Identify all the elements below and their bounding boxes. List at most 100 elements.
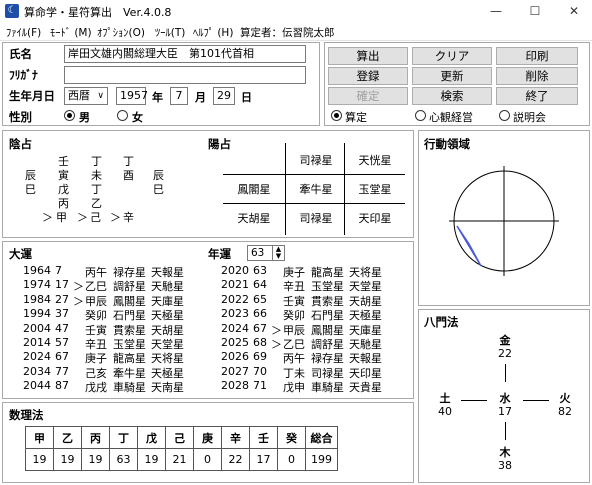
nenun-row-cell: 2025 (221, 336, 249, 349)
confirm-button[interactable]: 確定 (328, 87, 408, 105)
suuri-value-cell: 199 (305, 448, 338, 471)
yosen-cell: 司禄星 (299, 212, 333, 225)
taiun-row-cell: 2044 (23, 379, 51, 393)
taiun-row-cell: 77 (55, 364, 69, 378)
inyo-title: 陰占 (9, 137, 32, 151)
nenun-row-cell: 65 (253, 292, 267, 306)
do-label: 土 (439, 392, 451, 405)
spin-down-icon[interactable]: ▼ (273, 253, 284, 260)
mode-explain-radio[interactable] (499, 110, 510, 121)
nenun-row-cell: ＞ (271, 338, 282, 351)
suuri-header-cell: 庚 (193, 426, 222, 449)
month-field[interactable]: 7 (170, 87, 188, 105)
sui-label: 水 (499, 392, 511, 405)
taiun-row-cell: ＞ (73, 294, 84, 308)
day-field[interactable]: 29 (213, 87, 235, 105)
yosen-cell: 司禄星 (299, 154, 333, 167)
suuri-title: 数理法 (9, 408, 44, 422)
yosen-cell: 鳳閣星 (237, 183, 271, 196)
ka-label: 火 (559, 392, 571, 405)
taiun-row-cell: 47 (55, 321, 69, 335)
inyo-flow-item: ＞ (110, 211, 121, 224)
kin-value: 22 (498, 347, 512, 360)
suuri-header-cell: 戊 (137, 426, 166, 449)
inyo-yosen-panel: 陰占 陽占 壬丁丁辰寅未酉辰巳戊丁巳丙乙 ＞甲＞己＞辛 司禄星 天恍星 鳳閣星 牽牛星… (2, 130, 414, 238)
suuri-header-cell: 丙 (81, 426, 110, 449)
male-label: 男 (79, 111, 90, 124)
suuri-value-cell: 22 (221, 448, 250, 471)
close-button[interactable]: ✕ (561, 2, 587, 20)
kana-label: ﾌﾘｶﾞﾅ (9, 68, 38, 82)
nenun-row-cell: 2022 (221, 292, 249, 306)
nenun-row-cell: 戊申 (283, 381, 305, 395)
yosen-divider-v1 (285, 143, 286, 235)
name-field[interactable]: 岸田文雄内閣総理大臣 第101代首相 (64, 45, 306, 63)
menu-file[interactable]: ﾌｧｲﾙ(F) (6, 25, 41, 40)
kin-line (505, 364, 506, 382)
nenun-row-cell: 68 (253, 336, 267, 349)
female-radio[interactable] (117, 110, 128, 121)
nenun-row-cell: 2021 (221, 278, 249, 292)
menu-mode[interactable]: ﾓｰﾄﾞ (M) (50, 25, 92, 40)
inyo-cell: 酉 (123, 169, 134, 182)
suuri-header-cell: 甲 (25, 426, 54, 449)
menu-tool[interactable]: ﾂｰﾙ(T) (155, 25, 185, 40)
ka-value: 82 (558, 405, 572, 418)
age-spinner[interactable]: ▲ ▼ (273, 245, 285, 261)
yosen-cell: 天胡星 (237, 212, 271, 225)
inyo-flow-item: ＞ (42, 211, 53, 224)
suuri-value-cell: 19 (25, 448, 54, 471)
name-label: 氏名 (9, 47, 32, 61)
nenun-age-field[interactable]: 63 (247, 245, 273, 261)
menu-option[interactable]: ｵﾌﾟｼｮﾝ(O) (97, 25, 145, 40)
moku-value: 38 (498, 459, 512, 472)
mode-calc-radio[interactable] (331, 110, 342, 121)
yosen-cell: 天印星 (358, 212, 392, 225)
nenun-row-cell: 67 (253, 321, 267, 335)
taiun-row-cell: 2024 (23, 350, 51, 364)
nenun-row-cell: 天貴星 (349, 381, 382, 395)
taiun-row-cell: 1984 (23, 292, 51, 306)
search-button[interactable]: 検索 (412, 87, 492, 105)
kana-field[interactable] (64, 66, 306, 84)
taiun-row-cell: 1974 (23, 278, 51, 292)
delete-button[interactable]: 削除 (496, 67, 578, 85)
era-value: 西暦 (68, 89, 90, 102)
title-bar: ☾ 算命学・星符算出 Ver.4.0.8 — ☐ ✕ (0, 0, 592, 22)
register-button[interactable]: 登録 (328, 67, 408, 85)
nenun-row-cell: 2024 (221, 321, 249, 335)
inyo-flow-item: 辛 (123, 211, 134, 224)
input-panel: 氏名 岸田文雄内閣総理大臣 第101代首相 ﾌﾘｶﾞﾅ 生年月日 西暦 ∨ 19… (2, 42, 320, 126)
nenun-row-cell: 71 (253, 379, 267, 393)
menu-help[interactable]: ﾍﾙﾌﾟ (H) (193, 25, 233, 40)
inyo-flow-item: ＞ (77, 211, 88, 224)
yosen-cell: 玉堂星 (358, 183, 392, 196)
mode-heart-radio[interactable] (415, 110, 426, 121)
taiun-row-cell: 57 (55, 336, 69, 349)
menu-bar: ﾌｧｲﾙ(F) ﾓｰﾄﾞ (M) ｵﾌﾟｼｮﾝ(O) ﾂｰﾙ(T) ﾍﾙﾌﾟ (… (0, 22, 592, 41)
exit-button[interactable]: 終了 (496, 87, 578, 105)
calc-button[interactable]: 算出 (328, 47, 408, 65)
taiun-row-cell: 2014 (23, 336, 51, 349)
mode-calc-label: 算定 (345, 111, 367, 124)
suuri-value-cell: 19 (81, 448, 110, 471)
suuri-header-cell: 己 (165, 426, 194, 449)
year-field[interactable]: 1957 (116, 87, 148, 105)
clear-button[interactable]: クリア (412, 47, 492, 65)
yosen-cell: 天恍星 (358, 154, 392, 167)
print-button[interactable]: 印刷 (496, 47, 578, 65)
nenun-row-cell: 63 (253, 264, 267, 277)
minimize-button[interactable]: — (483, 2, 509, 20)
maximize-button[interactable]: ☐ (522, 2, 548, 20)
year-unit: 年 (152, 91, 163, 104)
update-button[interactable]: 更新 (412, 67, 492, 85)
nenun-row-cell: 64 (253, 278, 267, 292)
suuri-header-cell: 壬 (249, 426, 278, 449)
taiun-row-cell: 1964 (23, 264, 51, 277)
nenun-row-cell: 2020 (221, 264, 249, 277)
era-select[interactable]: 西暦 ∨ (64, 87, 108, 105)
male-radio[interactable] (64, 110, 75, 121)
nenun-row-cell: 69 (253, 350, 267, 364)
calculator-name: 算定者：伝習院太郎 (240, 27, 335, 39)
taiun-row-cell: 2034 (23, 364, 51, 378)
